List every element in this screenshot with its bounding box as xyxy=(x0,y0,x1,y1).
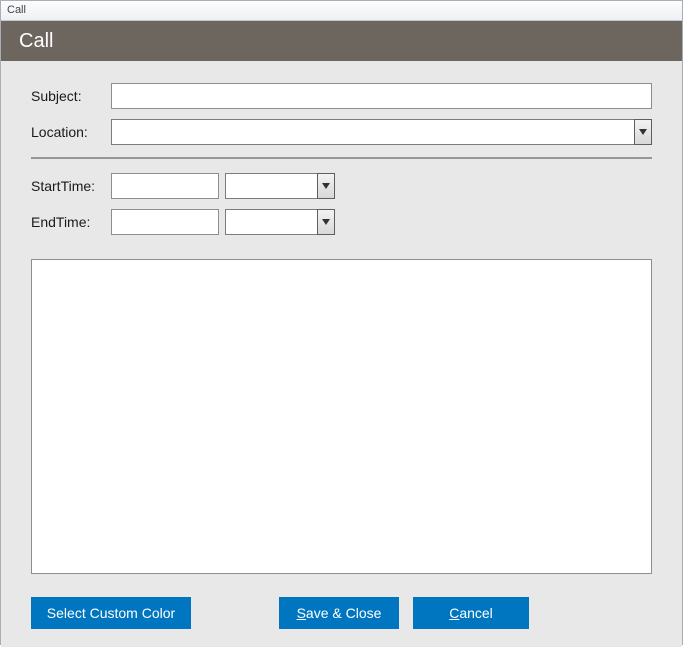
endtime-input[interactable] xyxy=(225,209,317,235)
starttime-combo xyxy=(225,173,335,199)
chevron-down-icon xyxy=(322,183,330,189)
starttime-input[interactable] xyxy=(225,173,317,199)
chevron-down-icon xyxy=(322,219,330,225)
location-input[interactable] xyxy=(111,119,634,145)
subject-label: Subject: xyxy=(31,88,111,104)
notes-textarea[interactable] xyxy=(31,259,652,574)
spacer xyxy=(191,597,279,629)
location-label: Location: xyxy=(31,124,111,140)
save-and-close-button[interactable]: Save & Close xyxy=(279,597,399,629)
subject-input[interactable] xyxy=(111,83,652,109)
location-row: Location: xyxy=(31,119,652,145)
endtime-dropdown-button[interactable] xyxy=(317,209,335,235)
cancel-button[interactable]: Cancel xyxy=(413,597,529,629)
endtime-row: EndTime: xyxy=(31,209,652,235)
endtime-label: EndTime: xyxy=(31,214,111,230)
dialog-window: Call Call Subject: Location: StartTime: xyxy=(0,0,683,645)
window-title: Call xyxy=(7,4,26,16)
dialog-title: Call xyxy=(19,30,53,52)
location-dropdown-button[interactable] xyxy=(634,119,652,145)
chevron-down-icon xyxy=(639,129,647,135)
starttime-dropdown-button[interactable] xyxy=(317,173,335,199)
dialog-content: Subject: Location: StartTime: xyxy=(1,61,682,647)
starttime-row: StartTime: xyxy=(31,173,652,199)
starttime-label: StartTime: xyxy=(31,178,111,194)
startdate-input[interactable] xyxy=(111,173,219,199)
subject-row: Subject: xyxy=(31,83,652,109)
dialog-header: Call xyxy=(1,21,682,61)
endtime-combo xyxy=(225,209,335,235)
divider xyxy=(31,157,652,159)
button-row: Select Custom Color Save & Close Cancel xyxy=(31,597,652,629)
select-custom-color-button[interactable]: Select Custom Color xyxy=(31,597,191,629)
location-combo xyxy=(111,119,652,145)
window-titlebar: Call xyxy=(1,1,682,21)
enddate-input[interactable] xyxy=(111,209,219,235)
